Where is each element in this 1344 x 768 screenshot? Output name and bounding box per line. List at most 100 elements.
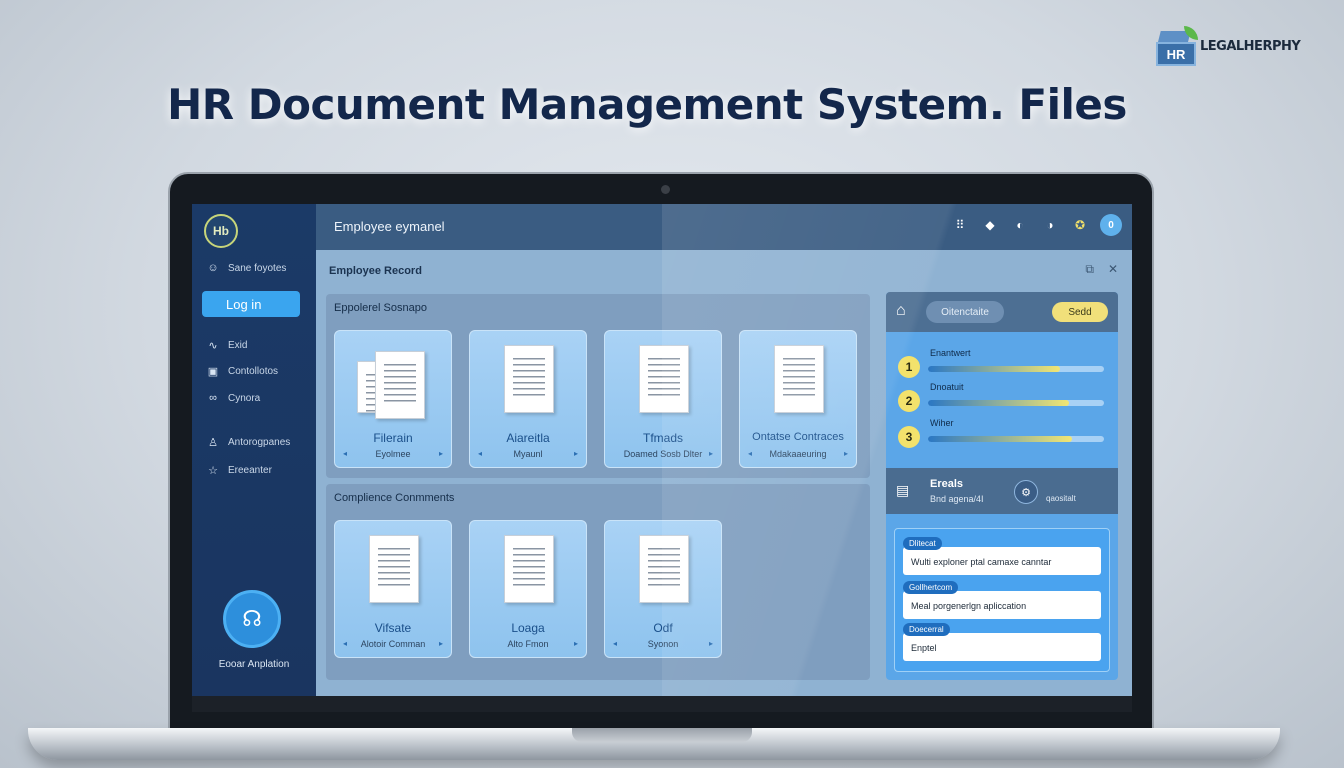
badge-icon[interactable]: ✪	[1070, 215, 1090, 235]
next-arrow-icon[interactable]: ▸	[709, 449, 713, 458]
document-card[interactable]: Loaga Alto Fmon ▸	[469, 520, 587, 658]
document-card[interactable]: Ontatse Contraces ◂ Mdakaaeuring ▸	[739, 330, 857, 468]
item-tag: Gollhertcom	[903, 581, 959, 594]
document-icon	[774, 345, 824, 413]
settings-icon[interactable]: ⚙	[1014, 480, 1038, 504]
section-title: Complience Conmments	[334, 492, 455, 504]
list-item[interactable]: Doecerral Enptel	[903, 623, 1101, 661]
document-icon	[639, 535, 689, 603]
avatar[interactable]: 0	[1100, 214, 1122, 236]
brand-name: LEGALHERPHY	[1200, 38, 1301, 54]
employee-section: Eppolerel Sosnapo Filerain ◂ Eyolmee ▸ A…	[326, 294, 870, 478]
close-icon[interactable]: ✕	[1108, 262, 1118, 277]
card-name: Aiareitla	[506, 431, 550, 445]
document-card[interactable]: Filerain ◂ Eyolmee ▸	[334, 330, 452, 468]
grid-icon[interactable]: ⠿	[950, 215, 970, 235]
sidebar: Hb ☺ Sane foyotes Log in ∿ Exid ▣ Contol…	[192, 204, 316, 696]
card-name: Filerain	[373, 431, 413, 445]
section-title: Eppolerel Sosnapo	[334, 302, 427, 314]
document-icon	[375, 351, 425, 419]
headset-icon: ☊	[242, 606, 262, 631]
next-arrow-icon[interactable]: ▸	[709, 639, 713, 648]
sidebar-item-contollotos[interactable]: ▣ Contollotos	[206, 362, 278, 380]
sidebar-item-antorogpanes[interactable]: ♙ Antorogpanes	[206, 433, 290, 451]
sidebar-item-sane-foyotes[interactable]: ☺ Sane foyotes	[206, 259, 286, 277]
brand-logo: HR LEGALHERPHY	[1156, 26, 1301, 66]
page-headline: HR Document Management System. Files	[167, 80, 1127, 129]
document-icon	[504, 535, 554, 603]
next-arrow-icon[interactable]: ▸	[439, 639, 443, 648]
sidebar-item-exid[interactable]: ∿ Exid	[206, 336, 247, 354]
sidebar-item-label: Cynora	[228, 392, 261, 404]
toggle-icon[interactable]: ◑	[1040, 215, 1060, 235]
top-bar: Employee eymanel ⠿ ◆ ◐ ◑ ✪ 0	[316, 204, 1132, 250]
card-name: Vifsate	[374, 621, 412, 635]
restore-icon[interactable]: ⧉	[1085, 262, 1094, 277]
app-screen: Hb ☺ Sane foyotes Log in ∿ Exid ▣ Contol…	[192, 204, 1132, 696]
step-label: Wiher	[930, 418, 954, 428]
webcam	[661, 185, 670, 194]
card-name: Tfmads	[642, 431, 683, 445]
step-number: 1	[898, 356, 920, 378]
document-card[interactable]: Odf ◂ Syonon ▸	[604, 520, 722, 658]
item-text: Enptel	[911, 643, 937, 653]
step-label: Enantwert	[930, 348, 971, 358]
list-item[interactable]: Gollhertcom Meal porgenerlgn apliccation	[903, 581, 1101, 619]
sidebar-item-label: Antorogpanes	[228, 436, 291, 448]
progress-step: 1 Enantwert	[898, 348, 1104, 378]
document-card[interactable]: Aiareitla ◂ Myaunl ▸	[469, 330, 587, 468]
star-icon: ☆	[208, 464, 218, 477]
progress-step: 2 Dnoatuit	[898, 382, 1104, 412]
sidebar-item-ereeanter[interactable]: ☆ Ereeanter	[206, 461, 272, 479]
card-name: Loaga	[511, 621, 545, 635]
sidebar-item-cynora[interactable]: ∞ Cynora	[206, 389, 260, 407]
notes-list: Dlitecat Wulti exploner ptal camaxe cann…	[894, 528, 1110, 672]
sidebar-item-label: Contollotos	[228, 365, 279, 377]
sidebar-item-label: Sane foyotes	[228, 262, 287, 274]
document-icon	[639, 345, 689, 413]
link-icon: ∞	[209, 392, 217, 404]
app-logo[interactable]: Hb	[204, 214, 238, 248]
topbar-title: Employee eymanel	[334, 219, 445, 234]
item-tag: Dlitecat	[903, 537, 942, 550]
id-card-icon: ▤	[896, 482, 910, 498]
list-item[interactable]: Dlitecat Wulti exploner ptal camaxe cann…	[903, 537, 1101, 575]
card-name: Odf	[653, 621, 673, 635]
globe-icon[interactable]: ◐	[1010, 215, 1030, 235]
topbar-icons: ⠿ ◆ ◐ ◑ ✪ 0	[950, 214, 1122, 236]
document-icon	[369, 535, 419, 603]
profile-strip[interactable]: ▤ Ereals Bnd agena/4I ⚙ qaositalt	[886, 468, 1118, 514]
card-sub: Eyolmee	[375, 449, 411, 459]
login-button[interactable]: Log in	[202, 291, 300, 317]
send-button[interactable]: Sedd	[1052, 302, 1108, 322]
logo-text: HR	[1156, 42, 1196, 66]
right-panel: ⌂ Oitenctaite Sedd 1 Enantwert 2 Dnoatui…	[886, 292, 1118, 680]
item-text: Wulti exploner ptal camaxe canntar	[911, 557, 1052, 567]
document-card[interactable]: Tfmads Doamed Sosb Dlter ▸	[604, 330, 722, 468]
building-icon: ⌂	[896, 302, 906, 319]
next-arrow-icon[interactable]: ▸	[574, 449, 578, 458]
sidebar-item-label: Ereeanter	[228, 464, 272, 476]
card-sub: Mdakaaeuring	[769, 449, 827, 459]
step-label: Dnoatuit	[930, 382, 964, 392]
card-sub: Doamed Sosb Dlter	[623, 449, 703, 459]
laptop-notch	[572, 728, 752, 742]
profile-status: qaositalt	[1046, 494, 1076, 503]
next-arrow-icon[interactable]: ▸	[844, 449, 848, 458]
card-sub: Myaunl	[513, 449, 543, 459]
screen-chin	[192, 696, 1132, 712]
next-arrow-icon[interactable]: ▸	[574, 639, 578, 648]
hr-logo-icon: HR	[1156, 26, 1198, 66]
diamond-icon[interactable]: ◆	[980, 215, 1000, 235]
document-card[interactable]: Vifsate ◂ Alotoir Comman ▸	[334, 520, 452, 658]
chart-icon: ∿	[208, 339, 218, 352]
card-name: Ontatse Contraces	[752, 431, 844, 443]
next-arrow-icon[interactable]: ▸	[439, 449, 443, 458]
profile-sub: Bnd agena/4I	[930, 494, 984, 504]
right-panel-header: ⌂ Oitenctaite Sedd	[886, 292, 1118, 332]
search-pill[interactable]: Oitenctaite	[926, 301, 1004, 323]
card-sub: Syonon	[647, 639, 679, 649]
sidebar-item-label: Exid	[228, 339, 248, 351]
headset-fab-button[interactable]: ☊	[223, 590, 281, 648]
card-sub: Alotoir Comman	[360, 639, 426, 649]
